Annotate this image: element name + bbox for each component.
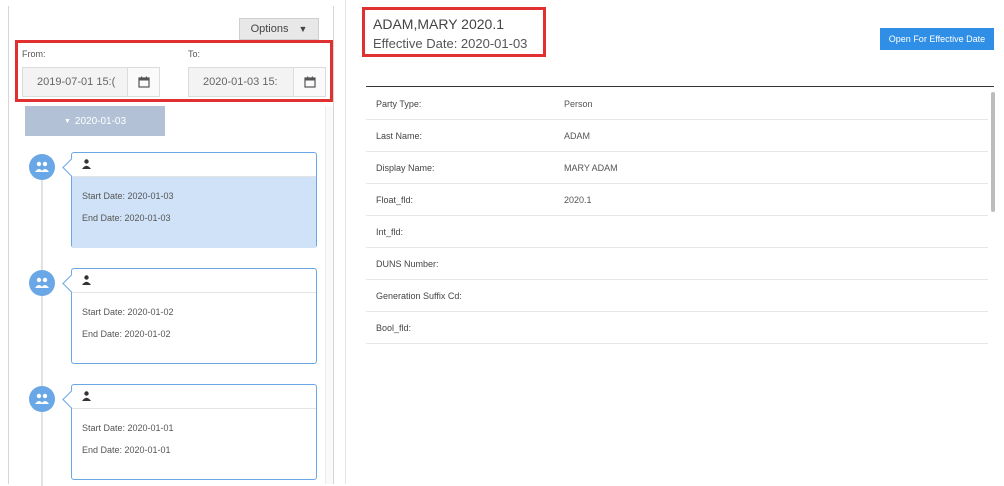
field-label: Last Name: [376,130,423,141]
people-icon [29,386,55,412]
open-for-effective-date-button[interactable]: Open For Effective Date [880,28,994,50]
field-label: Generation Suffix Cd: [376,290,462,301]
record-title: ADAM,MARY 2020.1 [373,16,504,32]
person-icon [82,156,91,174]
field-row: Party Type: Person [366,88,988,120]
options-button[interactable]: Options ▼ [239,18,319,40]
card-header [72,153,316,177]
header-divider [366,86,994,87]
calendar-icon[interactable] [293,68,325,96]
field-value: 2020.1 [564,194,592,205]
field-row: Last Name: ADAM [366,120,988,152]
date-group-header[interactable]: ▼ 2020-01-03 [25,106,165,136]
people-icon [29,154,55,180]
timeline-card[interactable]: Start Date: 2020-01-03 End Date: 2020-01… [71,152,317,248]
options-label: Options [250,23,289,35]
from-date-input[interactable]: 2019-07-01 15:( [22,67,160,97]
card-header [72,385,316,409]
field-value: MARY ADAM [564,162,618,173]
card-start-date: Start Date: 2020-01-02 [82,307,174,317]
details-scrollbar[interactable] [991,92,995,212]
field-row: Float_fld: 2020.1 [366,184,988,216]
timeline-card[interactable]: Start Date: 2020-01-01 End Date: 2020-01… [71,384,317,480]
card-end-date: End Date: 2020-01-01 [82,445,171,455]
to-date-input[interactable]: 2020-01-03 15: [188,67,326,97]
field-label: Float_fld: [376,194,414,205]
field-label: Int_fld: [376,226,404,237]
card-end-date: End Date: 2020-01-03 [82,213,171,223]
caret-down-icon: ▼ [63,117,71,125]
to-date-value: 2020-01-03 15: [203,76,278,88]
field-row: DUNS Number: [366,248,988,280]
effective-date: Effective Date: 2020-01-03 [373,36,528,51]
date-range-filter: From: To: 2019-07-01 15:( 2020-01-03 15: [15,40,333,102]
from-date-value: 2019-07-01 15:( [37,76,116,88]
card-start-date: Start Date: 2020-01-01 [82,423,174,433]
field-label: DUNS Number: [376,258,439,269]
field-row: Generation Suffix Cd: [366,280,988,312]
timeline-card[interactable]: Start Date: 2020-01-02 End Date: 2020-01… [71,268,317,364]
field-row: Display Name: MARY ADAM [366,152,988,184]
field-value: ADAM [564,130,591,141]
field-value: Person [564,98,593,109]
calendar-icon[interactable] [127,68,159,96]
person-icon [82,388,91,406]
caret-down-icon: ▼ [298,24,308,34]
field-label: Party Type: [376,98,422,109]
record-title-box: ADAM,MARY 2020.1 Effective Date: 2020-01… [362,7,546,57]
card-header [72,269,316,293]
panel-separator [345,0,346,484]
field-label: Bool_fld: [376,322,412,333]
from-label: From: [22,49,46,59]
card-start-date: Start Date: 2020-01-03 [82,191,174,201]
to-label: To: [188,49,201,59]
card-end-date: End Date: 2020-01-02 [82,329,171,339]
field-row: Bool_fld: [366,312,988,344]
group-date-label: 2020-01-03 [74,115,127,127]
timeline-panel: Options ▼ From: To: 2019-07-01 15:( 2020… [8,6,334,486]
field-row: Int_fld: [366,216,988,248]
people-icon [29,270,55,296]
timeline-line [41,156,43,486]
field-label: Display Name: [376,162,435,173]
timeline-scrollbar[interactable] [325,106,333,484]
person-icon [82,272,91,290]
